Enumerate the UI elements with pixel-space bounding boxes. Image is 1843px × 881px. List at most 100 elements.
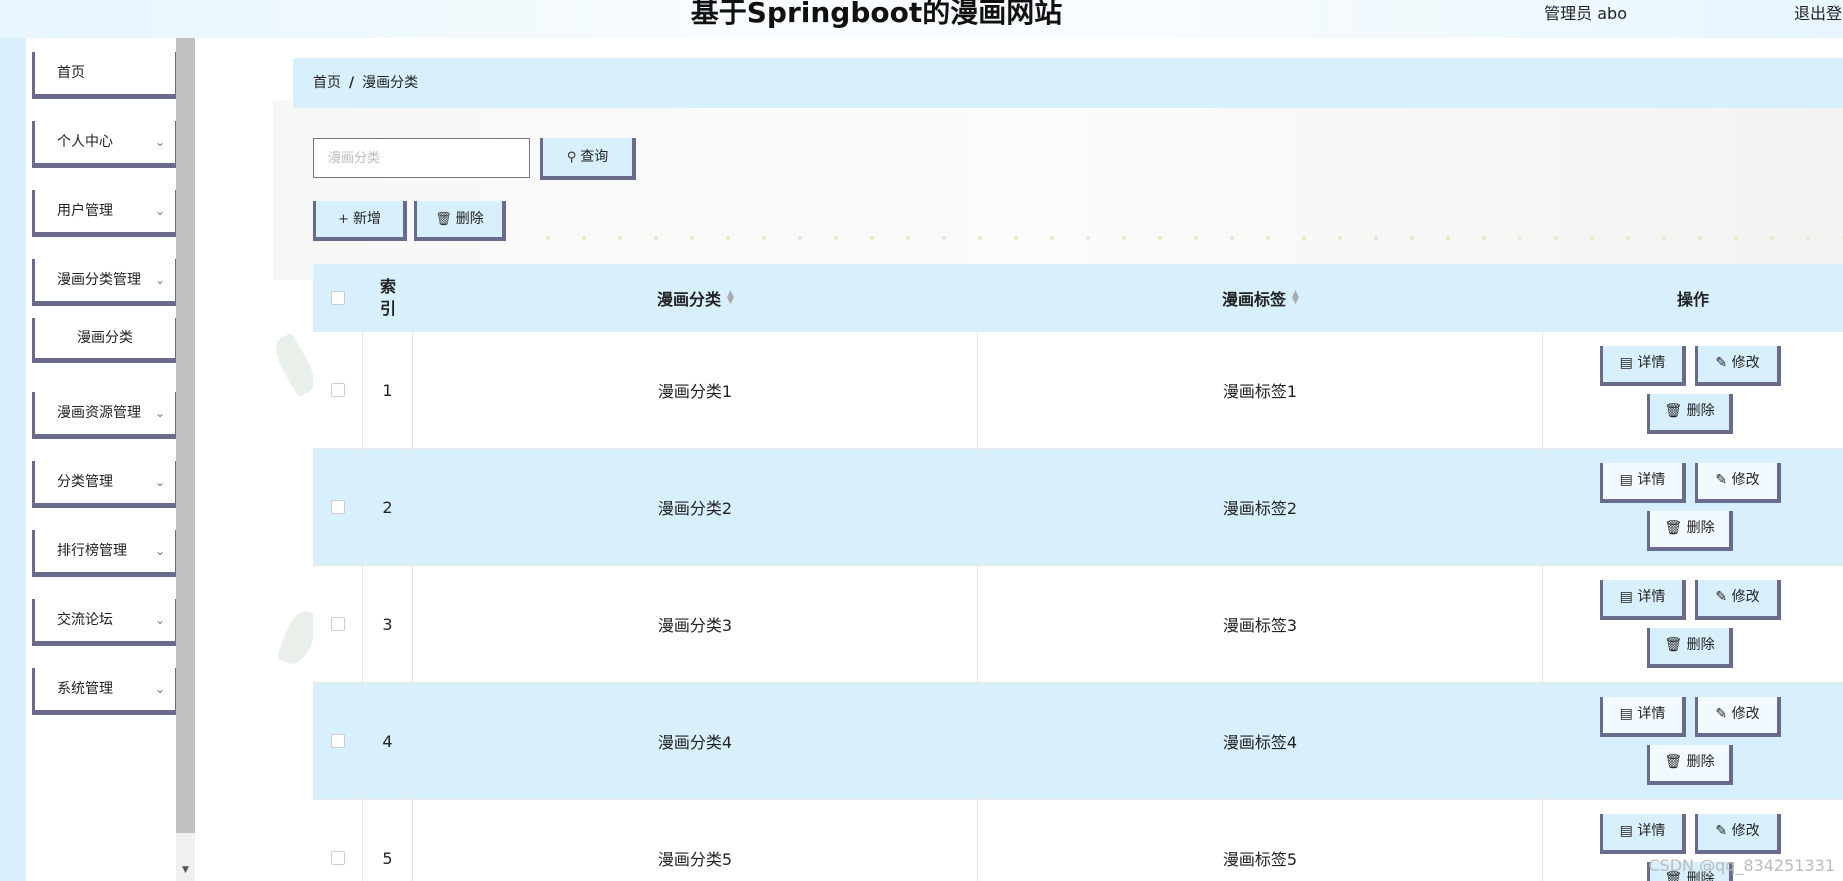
select-all-checkbox[interactable]	[331, 291, 345, 305]
batch-delete-button[interactable]: 🗑 删除	[414, 201, 506, 241]
chevron-down-icon: ⌄	[154, 682, 165, 696]
sidebar-item-label: 首页	[57, 65, 85, 81]
document-icon: ▤	[1619, 472, 1638, 488]
sidebar-item-label: 用户管理	[57, 203, 113, 219]
decorative-dots	[530, 236, 1843, 240]
row-category: 漫画分类2	[413, 449, 978, 565]
row-category: 漫画分类4	[413, 683, 978, 799]
detail-button-label: 详情	[1637, 589, 1666, 605]
row-tag: 漫画标签3	[978, 566, 1543, 682]
sidebar-item-label: 系统管理	[57, 681, 113, 697]
sort-icon[interactable]: ▲ ▼	[1292, 290, 1299, 306]
header-actions: 操作	[1543, 264, 1843, 332]
chevron-down-icon: ⌄	[154, 475, 165, 489]
row-category-value: 漫画分类4	[657, 733, 733, 752]
breadcrumb-home[interactable]: 首页	[313, 75, 341, 91]
header-tag[interactable]: 漫画标签 ▲ ▼	[978, 264, 1543, 332]
delete-button[interactable]: 🗑 删除	[1647, 394, 1733, 434]
table-row: 3 漫画分类3 漫画标签3 ▤ 详情 ✎ 修改 🗑 删除	[313, 566, 1843, 683]
sidebar-item-label: 漫画分类	[77, 330, 133, 346]
sidebar-item-comic-category-management[interactable]: 漫画分类管理 ⌄	[32, 259, 180, 306]
sidebar-item-forum[interactable]: 交流论坛 ⌄	[32, 599, 180, 646]
watermark: CSDN @qq_834251331	[1648, 856, 1835, 875]
logout-link[interactable]: 退出登	[1794, 0, 1843, 24]
sidebar-item-ranking-management[interactable]: 排行榜管理 ⌄	[32, 530, 180, 577]
edit-icon: ✎	[1715, 823, 1732, 839]
row-category: 漫画分类3	[413, 566, 978, 682]
sidebar: 首页 个人中心 ⌄ 用户管理 ⌄ 漫画分类管理 ⌄ 漫画分类 漫画资源管理 ⌄ …	[26, 38, 180, 881]
row-tag: 漫画标签1	[978, 332, 1543, 448]
header-category[interactable]: 漫画分类 ▲ ▼	[413, 264, 978, 332]
edit-button[interactable]: ✎ 修改	[1695, 346, 1781, 386]
row-index: 4	[363, 683, 413, 799]
edit-button-label: 修改	[1731, 355, 1760, 371]
chevron-down-icon: ⌄	[154, 406, 165, 420]
edit-button[interactable]: ✎ 修改	[1695, 463, 1781, 503]
header-category-label: 漫画分类	[657, 290, 722, 309]
edit-button-label: 修改	[1731, 706, 1760, 722]
search-icon: ⚲	[566, 150, 577, 165]
document-icon: ▤	[1619, 823, 1638, 839]
scroll-down-arrow-icon[interactable]: ▼	[176, 862, 195, 878]
edit-button[interactable]: ✎ 修改	[1695, 814, 1781, 854]
add-button[interactable]: + 新增	[313, 201, 407, 241]
delete-button[interactable]: 🗑 删除	[1647, 511, 1733, 551]
row-index-value: 1	[382, 380, 393, 400]
sidebar-scrollbar-thumb[interactable]	[176, 38, 195, 833]
row-index: 3	[363, 566, 413, 682]
detail-button[interactable]: ▤ 详情	[1600, 463, 1686, 503]
sidebar-item-label: 漫画分类管理	[57, 272, 141, 288]
row-category: 漫画分类5	[413, 800, 978, 881]
sidebar-item-comic-resource-management[interactable]: 漫画资源管理 ⌄	[32, 392, 180, 439]
sidebar-item-label: 分类管理	[57, 474, 113, 490]
chevron-down-icon: ⌄	[154, 273, 165, 287]
delete-button[interactable]: 🗑 删除	[1647, 745, 1733, 785]
row-category-value: 漫画分类5	[657, 850, 733, 869]
edit-button[interactable]: ✎ 修改	[1695, 580, 1781, 620]
row-index: 5	[363, 800, 413, 881]
row-category-value: 漫画分类2	[657, 499, 733, 518]
row-tag-value: 漫画标签1	[1222, 382, 1298, 401]
sort-icon[interactable]: ▲ ▼	[727, 290, 734, 306]
sidebar-item-category-management[interactable]: 分类管理 ⌄	[32, 461, 180, 508]
edit-button[interactable]: ✎ 修改	[1695, 697, 1781, 737]
detail-button[interactable]: ▤ 详情	[1600, 697, 1686, 737]
chevron-down-icon: ⌄	[154, 135, 165, 149]
trash-icon: 🗑	[1664, 637, 1687, 653]
detail-button-label: 详情	[1637, 706, 1666, 722]
query-button[interactable]: ⚲ 查询	[540, 138, 636, 180]
detail-button-label: 详情	[1637, 823, 1666, 839]
edit-icon: ✎	[1715, 472, 1732, 488]
sidebar-item-home[interactable]: 首页	[32, 52, 180, 99]
detail-button[interactable]: ▤ 详情	[1600, 814, 1686, 854]
sidebar-item-system-management[interactable]: 系统管理 ⌄	[32, 668, 180, 715]
row-tag: 漫画标签5	[978, 800, 1543, 881]
detail-button[interactable]: ▤ 详情	[1600, 580, 1686, 620]
detail-button[interactable]: ▤ 详情	[1600, 346, 1686, 386]
row-tag-value: 漫画标签3	[1222, 616, 1298, 635]
trash-icon: 🗑	[435, 212, 452, 227]
background-decoration	[273, 100, 1843, 280]
row-index-value: 5	[382, 848, 393, 868]
breadcrumb-separator: /	[349, 75, 355, 91]
sidebar-subitem-comic-category[interactable]: 漫画分类	[32, 318, 180, 363]
add-button-label: 新增	[352, 211, 381, 227]
row-index-value: 3	[382, 614, 393, 634]
sidebar-item-personal-center[interactable]: 个人中心 ⌄	[32, 121, 180, 168]
sidebar-item-user-management[interactable]: 用户管理 ⌄	[32, 190, 180, 237]
row-checkbox[interactable]	[330, 500, 345, 514]
row-checkbox[interactable]	[330, 734, 345, 748]
sidebar-item-label: 个人中心	[57, 134, 113, 150]
search-input[interactable]	[313, 138, 530, 178]
batch-delete-button-label: 删除	[455, 211, 484, 227]
row-checkbox[interactable]	[330, 383, 345, 397]
detail-button-label: 详情	[1637, 472, 1666, 488]
delete-button[interactable]: 🗑 删除	[1647, 628, 1733, 668]
row-checkbox[interactable]	[330, 851, 345, 865]
row-index: 2	[363, 449, 413, 565]
header-index: 索引	[363, 264, 413, 332]
document-icon: ▤	[1619, 706, 1638, 722]
delete-button-label: 删除	[1686, 637, 1715, 653]
row-checkbox[interactable]	[330, 617, 345, 631]
chevron-down-icon: ⌄	[154, 544, 165, 558]
